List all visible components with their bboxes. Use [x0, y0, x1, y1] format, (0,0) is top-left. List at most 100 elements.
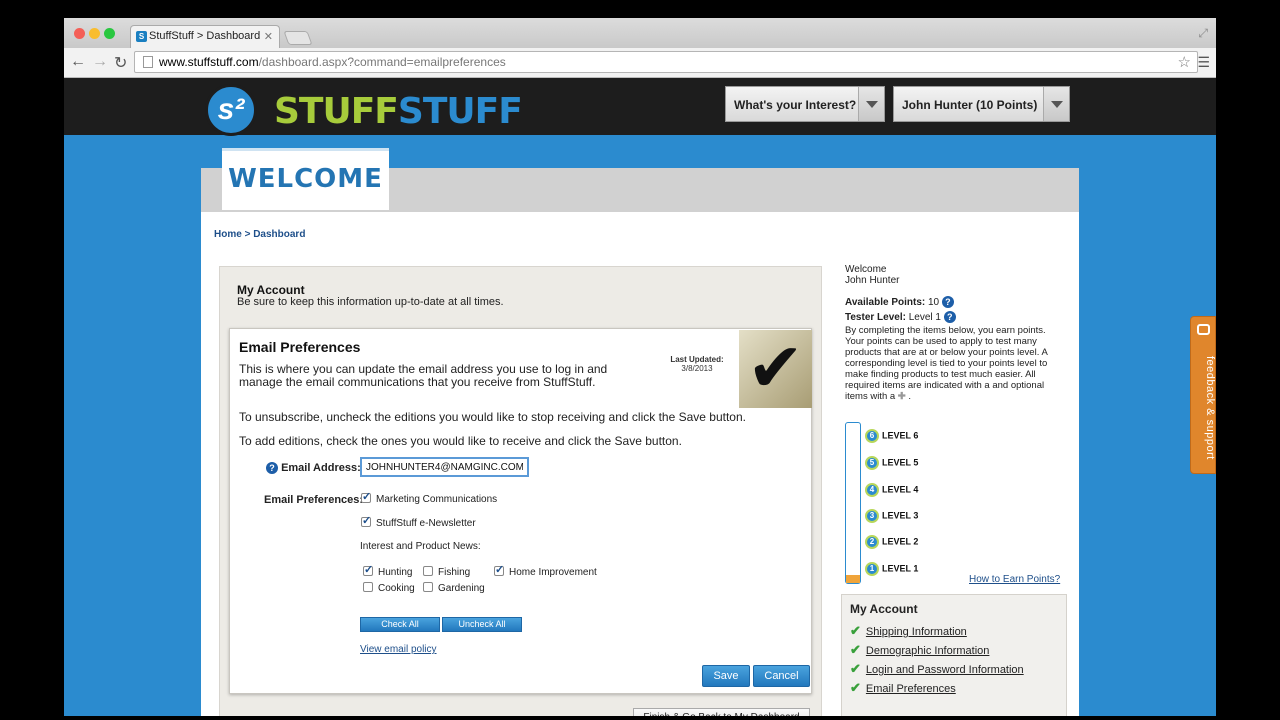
bookmark-star-icon[interactable]: ☆: [1178, 53, 1191, 71]
marketing-label: Marketing Communications: [376, 494, 498, 505]
tab-title: StuffStuff > Dashboard: [149, 30, 261, 42]
account-title: My Account: [237, 283, 305, 297]
interest-label: Interest and Product News:: [360, 541, 481, 552]
cooking-checkbox[interactable]: Cooking: [363, 582, 415, 594]
email-address-label-row: ? Email Address:: [266, 462, 361, 474]
breadcrumb-current: Dashboard: [253, 229, 306, 240]
gardening-label: Gardening: [438, 583, 485, 594]
my-account-link-label: Login and Password Information: [865, 664, 1024, 676]
level-label: LEVEL 3: [882, 510, 919, 521]
my-account-link[interactable]: ✔ Login and Password Information: [850, 661, 1024, 677]
last-updated: Last Updated: 3/8/2013: [650, 355, 744, 373]
view-email-policy-link[interactable]: View email policy: [360, 644, 437, 655]
close-window-icon[interactable]: [74, 28, 85, 39]
browser-tabbar: S StuffStuff > Dashboard ✕ ⤢: [64, 18, 1216, 49]
forward-icon[interactable]: →: [92, 53, 108, 71]
tester-value: Level 1: [908, 312, 941, 323]
level-badge-icon: 6: [865, 429, 879, 443]
newsletter-label: StuffStuff e-Newsletter: [376, 518, 476, 529]
address-bar[interactable]: www.stuffstuff.com/dashboard.aspx?comman…: [134, 51, 1198, 73]
reload-icon[interactable]: ↻: [114, 53, 127, 73]
url-path: /dashboard.aspx?command=emailpreferences: [258, 55, 506, 69]
tab-close-icon[interactable]: ✕: [264, 30, 273, 43]
fishing-checkbox[interactable]: Fishing: [423, 566, 470, 578]
chevron-down-icon: [858, 87, 884, 121]
url-domain: www.stuffstuff.com: [159, 55, 259, 69]
hunting-label: Hunting: [378, 567, 413, 578]
fullscreen-icon[interactable]: ⤢: [1198, 26, 1208, 41]
last-updated-label: Last Updated:: [670, 355, 724, 364]
available-points: Available Points: 10 ?: [845, 296, 954, 308]
level-item: 4 LEVEL 4: [865, 483, 918, 497]
site-page: s² STUFFSTUFF What's your Interest? John…: [64, 78, 1216, 716]
breadcrumb-home[interactable]: Home: [214, 229, 242, 240]
level-badge-icon: 2: [865, 535, 879, 549]
help-icon[interactable]: ?: [941, 296, 954, 308]
home-improvement-checkbox[interactable]: Home Improvement: [494, 563, 597, 578]
level-label: LEVEL 6: [882, 430, 919, 441]
my-account-link[interactable]: ✔ Email Preferences: [850, 680, 956, 696]
checkbox-unchecked-icon: [363, 582, 373, 592]
user-name: John Hunter: [845, 275, 900, 286]
back-icon[interactable]: ←: [70, 53, 86, 71]
email-preferences-card: Email Preferences This is where you can …: [229, 328, 812, 694]
marketing-checkbox[interactable]: Marketing Communications: [361, 490, 498, 505]
level-label: LEVEL 4: [882, 484, 919, 495]
level-item: 2 LEVEL 2: [865, 535, 918, 549]
minimize-window-icon[interactable]: [89, 28, 100, 39]
interest-dropdown-label: What's your Interest?: [734, 98, 857, 112]
help-icon[interactable]: ?: [266, 462, 278, 474]
cooking-label: Cooking: [378, 583, 415, 594]
checkmark-icon: ✔: [850, 642, 861, 657]
logo-mark[interactable]: s²: [205, 84, 257, 136]
checkbox-unchecked-icon: [423, 582, 433, 592]
level-label: LEVEL 5: [882, 457, 919, 468]
checkmark-icon: ✔: [850, 680, 861, 695]
interest-dropdown[interactable]: What's your Interest?: [725, 86, 885, 122]
check-all-button[interactable]: Check All: [360, 617, 440, 632]
finish-button[interactable]: Finish & Go Back to My Dashboard: [633, 708, 810, 716]
logo-word-a: STUFF: [274, 91, 399, 132]
feedback-label[interactable]: feedback & support: [1190, 316, 1216, 474]
tester-level: Tester Level: Level 1 ?: [845, 311, 956, 323]
last-updated-value: 3/8/2013: [681, 364, 713, 373]
level-badge-icon: 3: [865, 509, 879, 523]
browser-toolbar: ← → ↻ www.stuffstuff.com/dashboard.aspx?…: [64, 48, 1216, 78]
my-account-link[interactable]: ✔ Demographic Information: [850, 642, 989, 658]
logo-wordmark[interactable]: STUFFSTUFF: [274, 91, 523, 132]
my-account-link[interactable]: ✔ Shipping Information: [850, 623, 967, 639]
maximize-window-icon[interactable]: [104, 28, 115, 39]
uncheck-all-button[interactable]: Uncheck All: [442, 617, 522, 632]
user-dropdown-label: John Hunter (10 Points): [902, 98, 1038, 112]
help-icon[interactable]: ?: [943, 311, 956, 323]
user-dropdown[interactable]: John Hunter (10 Points): [893, 86, 1070, 122]
new-tab-button[interactable]: [283, 31, 313, 45]
home-improvement-label: Home Improvement: [509, 567, 597, 578]
chevron-down-icon: [1043, 87, 1069, 121]
browser-menu-icon[interactable]: ☰: [1197, 54, 1210, 71]
hunting-checkbox[interactable]: Hunting: [363, 563, 413, 578]
save-button[interactable]: Save: [702, 665, 750, 687]
gardening-checkbox[interactable]: Gardening: [423, 582, 485, 594]
checkbox-checked-icon: [363, 563, 373, 576]
checkbox-checked-icon: [361, 514, 371, 527]
level-label: LEVEL 1: [882, 563, 919, 574]
browser-tab[interactable]: S StuffStuff > Dashboard ✕: [130, 25, 280, 49]
email-prefs-description: This is where you can update the email a…: [239, 362, 608, 389]
site-favicon-icon: S: [136, 31, 147, 42]
points-value: 10: [928, 297, 940, 308]
level-item: 1 LEVEL 1: [865, 562, 918, 576]
level-badge-icon: 1: [865, 562, 879, 576]
breadcrumb: Home > Dashboard: [214, 229, 305, 240]
newsletter-checkbox[interactable]: StuffStuff e-Newsletter: [361, 514, 476, 529]
how-to-earn-link[interactable]: How to Earn Points?: [969, 574, 1060, 585]
email-address-label: Email Address:: [281, 462, 361, 474]
checkbox-checked-icon: [361, 490, 371, 503]
my-account-sidebar: My Account ✔ Shipping Information ✔ Demogra…: [841, 594, 1067, 716]
right-sidebar: Welcome John Hunter Available Points: 10…: [841, 212, 1079, 716]
cancel-button[interactable]: Cancel: [753, 665, 810, 687]
checkbox-checked-icon: [494, 563, 504, 576]
breadcrumb-separator: >: [241, 229, 254, 240]
level-label: LEVEL 2: [882, 536, 919, 547]
email-address-input[interactable]: [360, 457, 529, 477]
